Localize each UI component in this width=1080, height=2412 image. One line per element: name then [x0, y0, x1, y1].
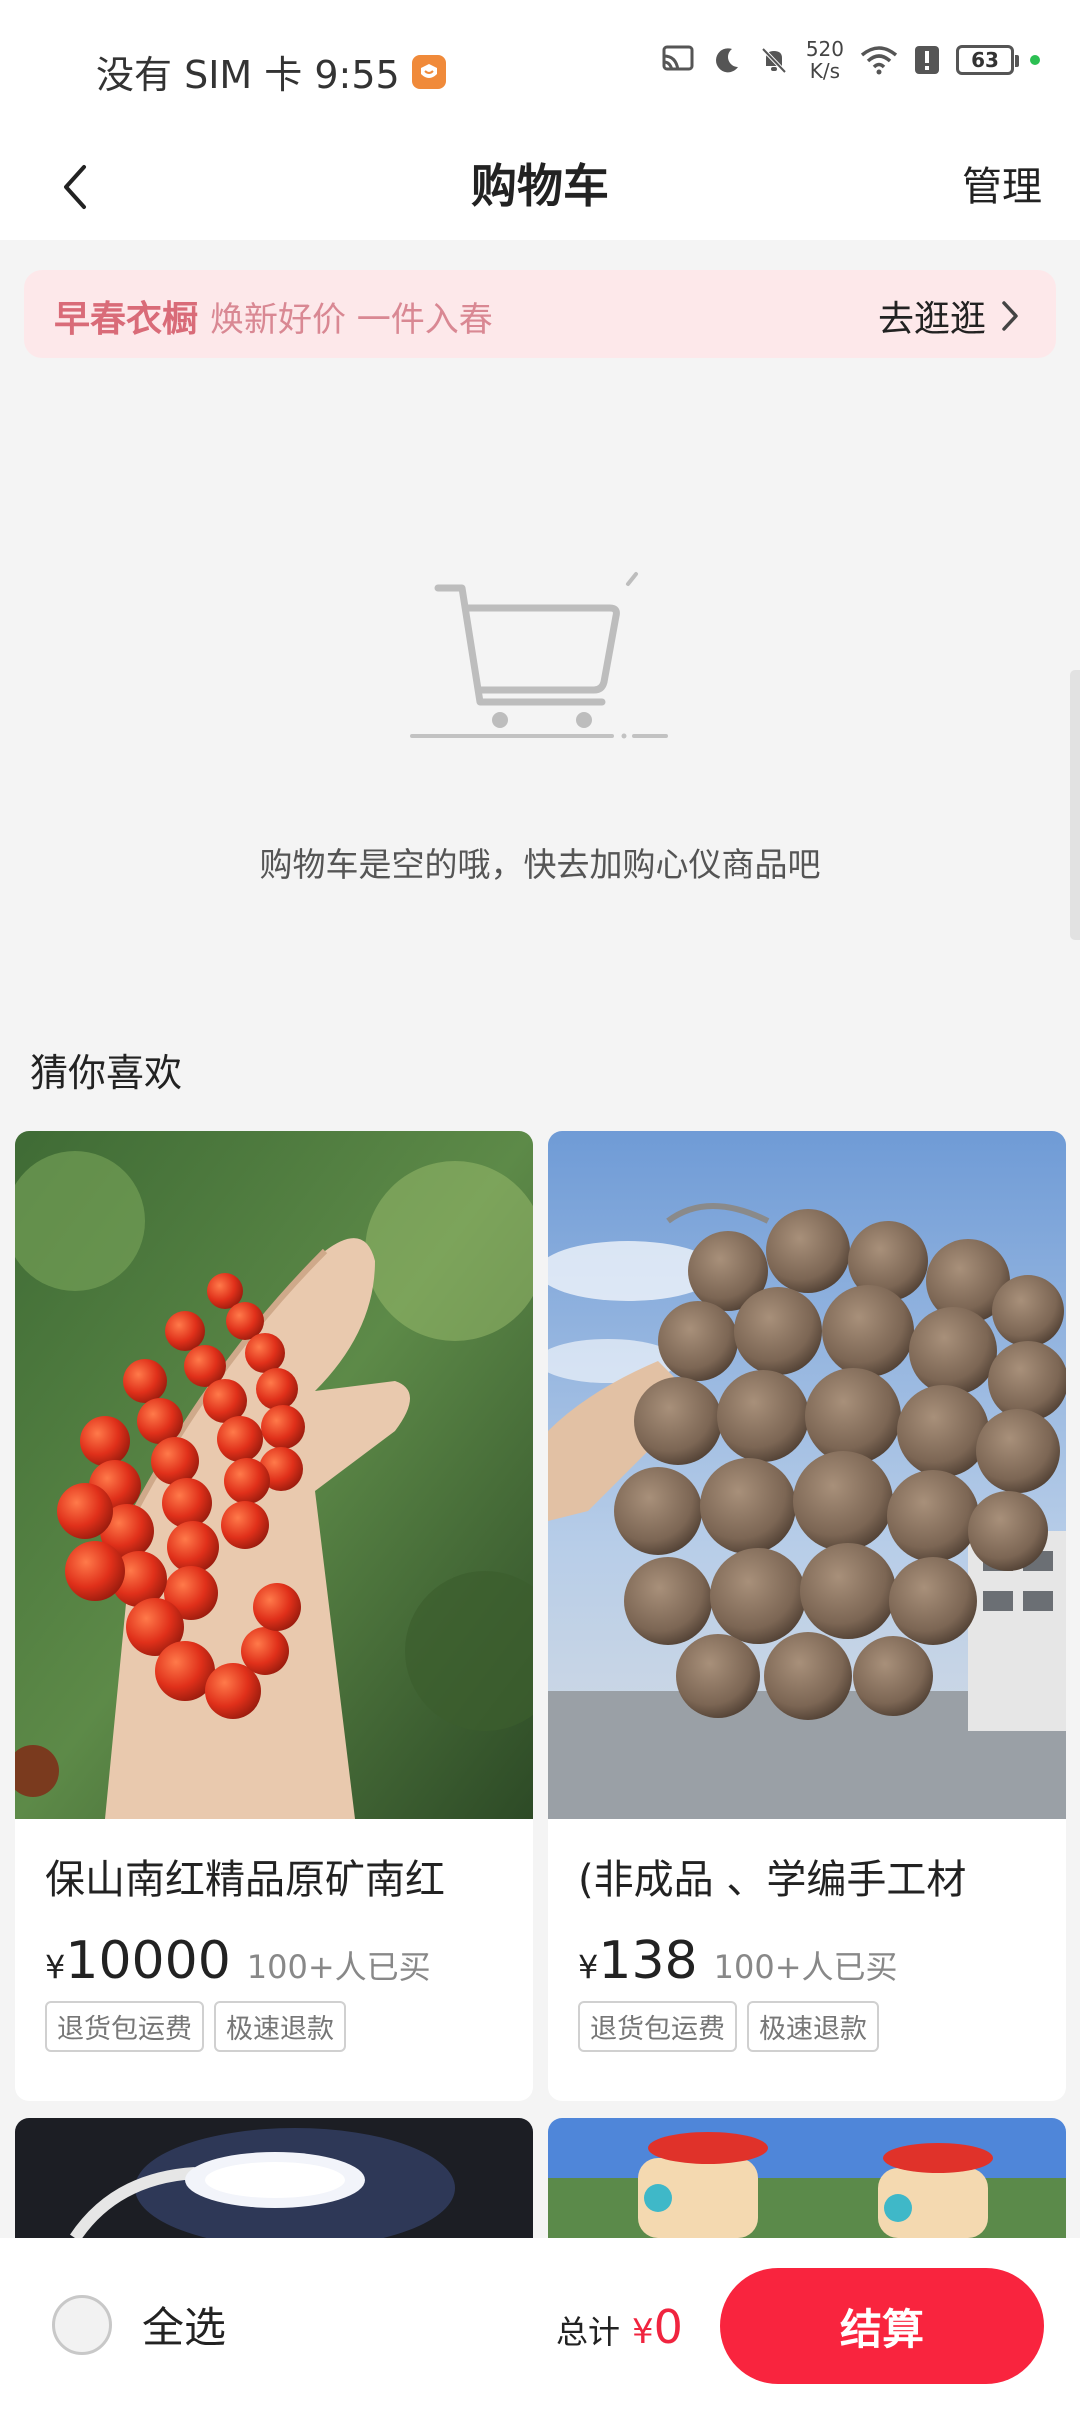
service-tags: 退货包运费 极速退款: [578, 2001, 1036, 2052]
carrier-time: 没有 SIM 卡 9:55: [96, 53, 400, 97]
total-currency: ¥: [632, 2312, 654, 2352]
title-bar: 购物车 管理: [0, 132, 1080, 240]
product-image-lamp: [15, 2118, 533, 2238]
net-speed-unit: K/s: [809, 59, 841, 83]
sold-count: 100+人已买: [246, 1948, 431, 1986]
battery-indicator: 63: [956, 45, 1019, 75]
product-card[interactable]: 保山南红精品原矿南红 ¥10000 100+人已买 退货包运费 极速退款: [15, 1131, 533, 2101]
empty-cart-icon: [410, 572, 668, 739]
price-row: ¥138 100+人已买: [578, 1931, 1036, 1991]
promo-banner[interactable]: 早春衣橱 焕新好价 一件入春 去逛逛: [24, 270, 1056, 358]
total-label: 总计: [556, 2313, 621, 2351]
product-image-red-beads[interactable]: [15, 1131, 533, 1819]
total-amount: ¥0: [632, 2300, 683, 2354]
bottom-bar: 全选 总计 ¥0 结算: [0, 2238, 1080, 2412]
page-title: 购物车: [471, 159, 609, 213]
tag-fast-refund: 极速退款: [747, 2001, 879, 2052]
select-all-toggle[interactable]: 全选: [52, 2294, 226, 2355]
product-image-toy: [548, 2118, 1066, 2238]
mute-bell-icon: [761, 47, 787, 74]
product-card[interactable]: (非成品 、学编手工材 ¥138 100+人已买 退货包运费 极速退款: [548, 1131, 1066, 2101]
promo-cta-button[interactable]: 去逛逛: [878, 290, 1020, 342]
privacy-dot-icon: [1030, 55, 1040, 65]
currency-symbol: ¥: [578, 1948, 599, 1986]
product-title: 保山南红精品原矿南红: [45, 1857, 445, 1903]
status-left: 没有 SIM 卡 9:55: [96, 44, 446, 99]
product-image-knit-bag[interactable]: [548, 1131, 1066, 1819]
alert-icon: [915, 46, 939, 74]
product-title: (非成品 、学编手工材: [578, 1857, 967, 1903]
promo-title: 早春衣橱: [54, 299, 199, 340]
price-amount: 10000: [65, 1931, 231, 1991]
app-notification-icon: [411, 54, 446, 89]
sold-count: 100+人已买: [713, 1948, 898, 1986]
tag-fast-refund: 极速退款: [214, 2001, 346, 2052]
cast-icon: [662, 45, 694, 71]
product-info: 保山南红精品原矿南红 ¥10000 100+人已买 退货包运费 极速退款: [15, 1819, 533, 2101]
checkout-button[interactable]: 结算: [720, 2268, 1044, 2384]
manage-button[interactable]: 管理: [962, 154, 1042, 212]
product-card-partial[interactable]: [15, 2118, 533, 2238]
product-card-partial[interactable]: [548, 2118, 1066, 2238]
currency-symbol: ¥: [45, 1948, 66, 1986]
tag-return-shipping: 退货包运费: [578, 2001, 737, 2052]
recommend-heading: 猜你喜欢: [30, 1051, 183, 1095]
scrollbar[interactable]: [1070, 670, 1080, 940]
chevron-right-icon: [1002, 301, 1018, 331]
select-all-label: 全选: [142, 2303, 227, 2352]
select-all-checkbox[interactable]: [52, 2294, 112, 2355]
empty-cart-message: 购物车是空的哦，快去加购心仪商品吧: [259, 845, 821, 884]
product-price: ¥138: [578, 1931, 698, 1991]
moon-icon: [715, 48, 738, 73]
promo-subtitle: 焕新好价 一件入春: [210, 300, 493, 340]
total: 总计 ¥0: [556, 2300, 683, 2354]
net-speed-value: 520: [805, 37, 844, 61]
product-price: ¥10000: [45, 1931, 231, 1991]
price-row: ¥10000 100+人已买: [45, 1931, 503, 1991]
net-speed: 520 K/s: [806, 38, 844, 82]
wifi-icon: [860, 46, 898, 75]
status-icons: 520 K/s 63: [660, 38, 1040, 82]
product-info: (非成品 、学编手工材 ¥138 100+人已买 退货包运费 极速退款: [548, 1819, 1066, 2101]
price-amount: 138: [598, 1931, 698, 1991]
promo-cta-label: 去逛逛: [877, 299, 986, 340]
tag-return-shipping: 退货包运费: [45, 2001, 204, 2052]
service-tags: 退货包运费 极速退款: [45, 2001, 503, 2052]
status-bar: 没有 SIM 卡 9:55 520 K/s 63: [0, 0, 1080, 132]
total-value: 0: [653, 2300, 683, 2354]
